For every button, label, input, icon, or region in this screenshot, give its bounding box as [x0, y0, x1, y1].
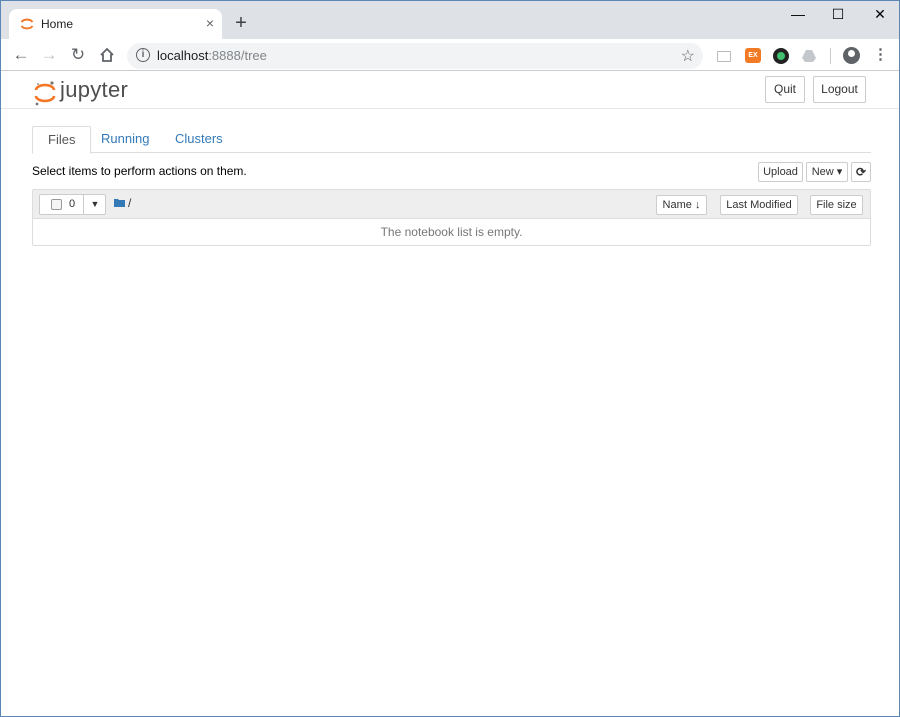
profile-avatar-icon[interactable]	[843, 47, 860, 64]
notebook-list: 0 ▼ / Name ↓ Last Modified File size The…	[32, 189, 871, 246]
url-path: :8888/tree	[208, 48, 267, 63]
tab-files[interactable]: Files	[32, 126, 92, 154]
new-tab-button[interactable]: +	[231, 13, 251, 33]
forward-arrow-icon[interactable]: →	[39, 45, 59, 65]
close-window-button[interactable]: ✕	[869, 5, 891, 25]
minimize-button[interactable]: —	[787, 5, 809, 25]
sort-by-file-size-button[interactable]: File size	[810, 195, 863, 215]
jupyter-favicon-icon	[20, 18, 34, 30]
maximize-button[interactable]: ☐	[827, 5, 849, 25]
tab-clusters[interactable]: Clusters	[160, 126, 238, 153]
reload-icon[interactable]: ↻	[68, 45, 88, 65]
jupyter-logo-text: jupyter	[60, 77, 129, 102]
jupyter-header: jupyter Quit Logout	[1, 72, 899, 109]
url-host: localhost	[157, 48, 209, 63]
address-bar[interactable]: i localhost:8888/tree ☆	[127, 43, 703, 69]
browser-toolbar: ← → ↻ i localhost:8888/tree ☆ EX ⋮	[1, 39, 899, 71]
selected-count: 0	[69, 198, 76, 210]
browser-menu-icon[interactable]: ⋮	[873, 46, 888, 64]
url-text[interactable]: localhost:8888/tree	[157, 48, 267, 63]
tab-close-icon[interactable]: ×	[202, 15, 218, 31]
upload-button[interactable]: Upload	[758, 162, 803, 182]
selection-hint: Select items to perform actions on them.	[32, 164, 247, 178]
tab-running[interactable]: Running	[86, 126, 164, 153]
camera-extension-icon[interactable]	[773, 48, 789, 64]
breadcrumb[interactable]: /	[128, 196, 131, 210]
sort-by-name-button[interactable]: Name ↓	[656, 195, 707, 215]
bookmark-star-icon[interactable]: ☆	[681, 46, 695, 66]
home-icon[interactable]	[98, 46, 116, 64]
drive-extension-icon[interactable]	[801, 48, 817, 64]
tab-title: Home	[41, 17, 74, 31]
logout-button[interactable]: Logout	[813, 76, 866, 103]
select-all-control[interactable]: 0 ▼	[39, 194, 106, 215]
browser-tab-home[interactable]: Home ×	[9, 9, 222, 39]
select-dropdown-caret-icon[interactable]: ▼	[83, 194, 106, 215]
notebook-list-header: 0 ▼ / Name ↓ Last Modified File size	[33, 190, 870, 219]
folder-icon	[114, 199, 125, 207]
orange-extension-icon[interactable]: EX	[745, 48, 761, 63]
select-all-checkbox[interactable]	[51, 199, 62, 210]
quit-button[interactable]: Quit	[765, 76, 805, 103]
back-arrow-icon[interactable]: ←	[11, 45, 31, 65]
jupyter-logo[interactable]: jupyter	[34, 76, 134, 106]
dashboard-tabs: Files Running Clusters	[32, 126, 871, 154]
sort-by-last-modified-button[interactable]: Last Modified	[720, 195, 798, 215]
empty-list-message: The notebook list is empty.	[380, 225, 523, 239]
toolbar-divider	[830, 48, 831, 64]
site-info-icon[interactable]: i	[136, 48, 150, 62]
new-dropdown-button[interactable]: New ▾	[806, 162, 848, 182]
tab-strip: Home × + — ☐ ✕	[1, 1, 899, 39]
browser-window: Home × + — ☐ ✕ ← → ↻ i localhost:8888/tr…	[0, 0, 900, 717]
refresh-icon[interactable]: ⟳	[851, 162, 871, 182]
jupyter-logo-icon	[34, 81, 56, 106]
cast-extension-icon[interactable]	[717, 51, 731, 62]
